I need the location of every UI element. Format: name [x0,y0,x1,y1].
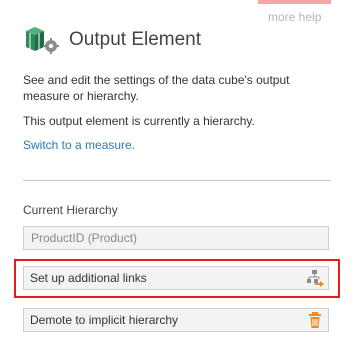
switch-to-measure-link[interactable]: Switch to a measure. [23,138,135,152]
page-title: Output Element [69,29,202,50]
demote-label: Demote to implicit hierarchy [30,313,179,327]
demote-button[interactable]: Demote to implicit hierarchy [23,308,329,332]
current-hierarchy-field: ProductID (Product) [23,226,329,250]
panel-header: Output Element [23,25,201,55]
trash-icon [306,311,324,329]
divider [23,180,331,181]
more-help-link[interactable]: more help [268,10,321,24]
cube-gear-icon [23,25,61,55]
hierarchy-link-icon [306,269,324,287]
setup-links-button[interactable]: Set up additional links [23,266,329,290]
more-help-tab [258,0,331,4]
setup-links-label: Set up additional links [30,271,147,285]
current-type-text: This output element is currently a hiera… [23,114,255,128]
current-hierarchy-label: Current Hierarchy [23,203,118,217]
description-text: See and edit the settings of the data cu… [23,73,290,103]
